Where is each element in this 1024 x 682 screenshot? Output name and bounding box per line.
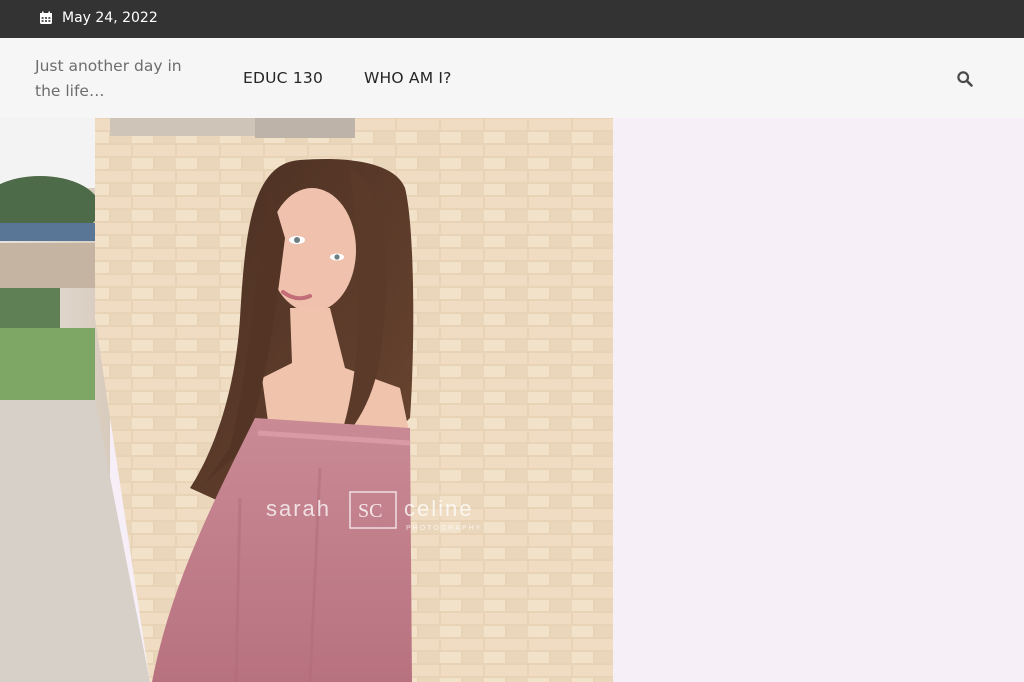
photographer-watermark: sarah SC celine PHOTOGRAPHY [266,491,482,532]
portrait-photo [0,118,613,682]
content-panel [613,118,1024,682]
site-tagline: Just another day in the life… [35,57,182,100]
calendar-icon [40,11,52,24]
menu-item-educ-130[interactable]: EDUC 130 [243,68,323,88]
svg-text:PHOTOGRAPHY: PHOTOGRAPHY [406,525,482,532]
svg-text:SC: SC [358,500,382,522]
menu-item-who-am-i[interactable]: WHO AM I? [364,68,452,88]
svg-text:sarah: sarah [266,496,331,521]
svg-text:celine: celine [404,496,473,521]
post-date-text: May 24, 2022 [62,10,158,26]
post-date: May 24, 2022 [39,9,158,27]
hero-photo: sarah SC celine PHOTOGRAPHY [0,118,613,682]
site-header: Just another day in the life… EDUC 130 W… [0,38,1024,118]
top-bar: May 24, 2022 [0,0,1024,38]
search-icon[interactable] [956,70,974,88]
